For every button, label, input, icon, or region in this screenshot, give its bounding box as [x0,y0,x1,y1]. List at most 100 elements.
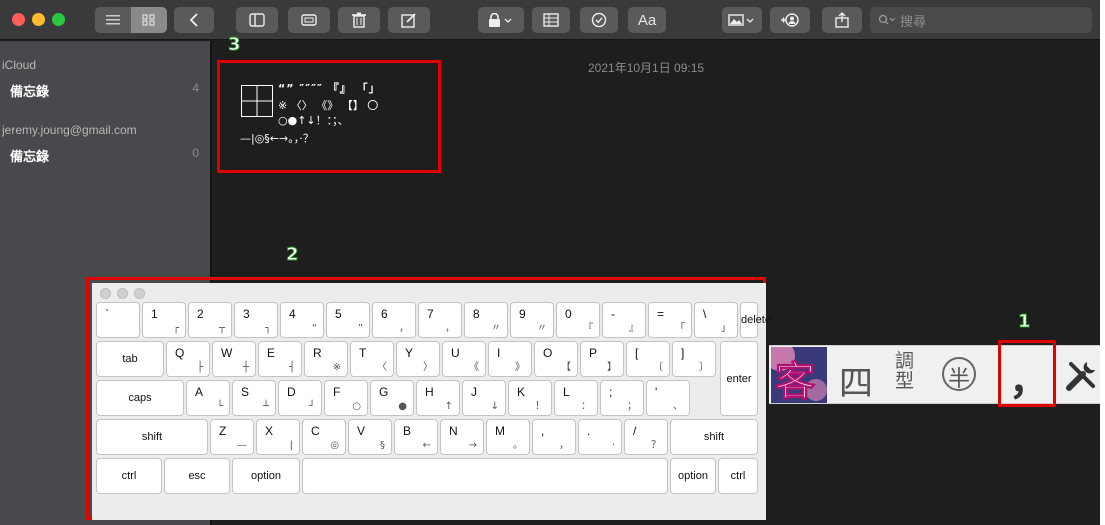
key-5[interactable]: N → [440,419,484,455]
key-delete[interactable]: delete [740,302,771,338]
key-ctrl-left[interactable]: ctrl [96,458,162,494]
key-enter[interactable]: enter [720,341,758,416]
key-5[interactable]: 5” [326,302,370,338]
key-3[interactable]: 3 ┐ [234,302,278,338]
keyboard-zoom-button[interactable] [134,288,145,299]
key-9[interactable]: /？ [624,419,668,455]
minimize-window-button[interactable] [32,13,45,26]
font-button[interactable]: Aa [628,7,666,33]
key-1[interactable]: 1 ┌ [142,302,186,338]
key-4[interactable]: T 〈 [350,341,394,377]
collaborate-button[interactable] [770,7,810,33]
key-label: B [403,424,412,438]
key-10[interactable]: '、 [646,380,690,416]
sidebar-toggle-button[interactable] [236,7,278,33]
ime-logo-icon[interactable]: 客 [771,347,827,403]
key-caps[interactable]: caps [96,380,184,416]
key-1[interactable]: W ┼ [212,341,256,377]
search-field[interactable]: 搜尋 [870,7,1092,33]
key-label: T [359,346,367,360]
key-11[interactable]: ] 〕 [672,341,716,377]
key-7[interactable]: ,， [532,419,576,455]
key-option-left[interactable]: option [232,458,300,494]
key-6[interactable]: M。 [486,419,530,455]
media-button[interactable] [722,7,762,33]
key-12[interactable]: = 「 [648,302,692,338]
key-1[interactable]: X | [256,419,300,455]
key-option-right[interactable]: option [670,458,716,494]
lock-button[interactable] [478,7,524,33]
checklist-button[interactable] [580,7,618,33]
key-esc[interactable]: esc [164,458,230,494]
sidebar-item-icloud-notes[interactable]: 備忘錄 4 [10,81,205,100]
attachments-button[interactable] [288,7,330,33]
key-0[interactable]: Z — [210,419,254,455]
share-button[interactable] [822,7,862,33]
key-0[interactable]: Q ├ [166,341,210,377]
key-3[interactable]: F ○ [324,380,368,416]
key-symbol: 】 [607,362,617,373]
key-11[interactable]: -』 [602,302,646,338]
back-button[interactable] [174,7,214,33]
key-10[interactable]: [〔 [626,341,670,377]
delete-note-button[interactable] [338,7,380,33]
key-7[interactable]: I 》 [488,341,532,377]
key-13[interactable]: \」 [694,302,738,338]
keyboard-minimize-button[interactable] [117,288,128,299]
key-shift-right[interactable]: shift [670,419,758,455]
key-9[interactable]: ;； [600,380,644,416]
key-8[interactable]: O 【 [534,341,578,377]
keyboard-close-button[interactable] [100,288,111,299]
key-symbol: ┌ [172,323,179,334]
key-7[interactable]: 7， [418,302,462,338]
gallery-view-icon[interactable] [131,7,167,33]
key-9[interactable]: 9 〃 [510,302,554,338]
key-space[interactable] [302,458,668,494]
zoom-window-button[interactable] [52,13,65,26]
key-ctrl-right[interactable]: ctrl [718,458,758,494]
key-6[interactable]: U 《 [442,341,486,377]
key-label: ` [105,307,109,321]
key-6[interactable]: J ↓ [462,380,506,416]
view-mode-toggle[interactable] [95,7,167,33]
key-5[interactable]: H ↑ [416,380,460,416]
key-9[interactable]: P】 [580,341,624,377]
list-view-icon[interactable] [95,7,131,33]
key-2[interactable]: C ◎ [302,419,346,455]
four-corner-icon[interactable]: 四 [839,356,873,405]
key-label: / [633,424,637,438]
key-10[interactable]: 0 『 [556,302,600,338]
sidebar-item-gmail-notes[interactable]: 備忘錄 0 [10,146,205,165]
key-2[interactable]: D ┘ [278,380,322,416]
key-6[interactable]: 6， [372,302,416,338]
key-label: G [379,385,389,399]
key-symbol: — [237,440,247,451]
key-0[interactable]: ` [96,302,140,338]
key-4[interactable]: 4 “ [280,302,324,338]
key-7[interactable]: K！ [508,380,552,416]
compose-button[interactable] [388,7,430,33]
key-label: J [471,385,477,399]
key-label: 2 [197,307,204,321]
close-window-button[interactable] [12,13,25,26]
key-4[interactable]: G ● [370,380,414,416]
table-button[interactable] [532,7,570,33]
folder-label: 備忘錄 [10,149,50,164]
key-3[interactable]: V § [348,419,392,455]
key-4[interactable]: B ← [394,419,438,455]
key-shift-left[interactable]: shift [96,419,208,455]
key-1[interactable]: S ┴ [232,380,276,416]
key-tab[interactable]: tab [96,341,164,377]
key-0[interactable]: A └ [186,380,230,416]
key-5[interactable]: Y 〉 [396,341,440,377]
key-2[interactable]: 2 ┬ [188,302,232,338]
half-width-icon[interactable]: 半 [942,357,976,392]
key-8[interactable]: 8 〃 [464,302,508,338]
key-3[interactable]: R ※ [304,341,348,377]
tools-icon[interactable] [1065,358,1099,392]
key-8[interactable]: . · [578,419,622,455]
tone-type-icon[interactable]: 調 型 [895,351,914,391]
key-8[interactable]: L： [554,380,598,416]
key-2[interactable]: E ┤ [258,341,302,377]
key-symbol: 『 [583,323,593,334]
